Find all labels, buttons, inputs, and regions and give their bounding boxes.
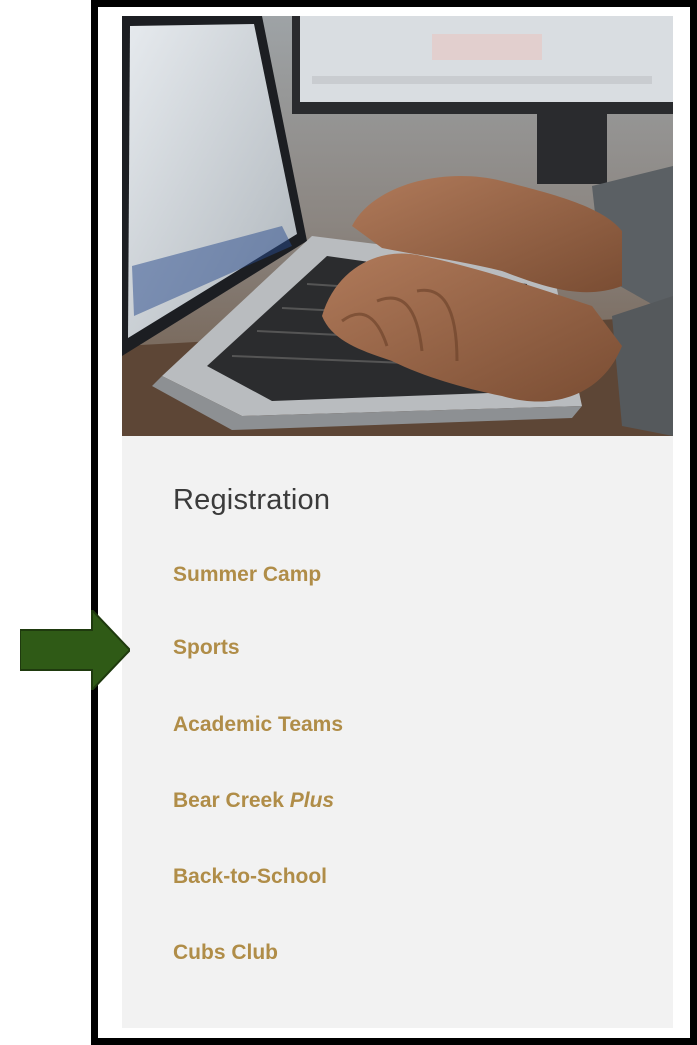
registration-card: Registration Summer Camp Sports Academic… bbox=[122, 16, 673, 1028]
menu-link-cubs-club[interactable]: Cubs Club bbox=[173, 941, 278, 965]
registration-heading: Registration bbox=[173, 484, 331, 516]
menu-link-sports[interactable]: Sports bbox=[173, 636, 240, 660]
menu-link-label: Bear Creek bbox=[173, 789, 290, 812]
arrow-right-icon bbox=[20, 610, 130, 690]
menu-link-back-to-school[interactable]: Back-to-School bbox=[173, 865, 327, 889]
hero-image-laptop bbox=[122, 16, 673, 436]
menu-link-summer-camp[interactable]: Summer Camp bbox=[173, 563, 321, 587]
menu-link-label-italic: Plus bbox=[289, 789, 335, 812]
menu-link-academic-teams[interactable]: Academic Teams bbox=[173, 713, 343, 737]
menu-link-bear-creek-plus[interactable]: Bear Creek Plus bbox=[173, 789, 334, 813]
